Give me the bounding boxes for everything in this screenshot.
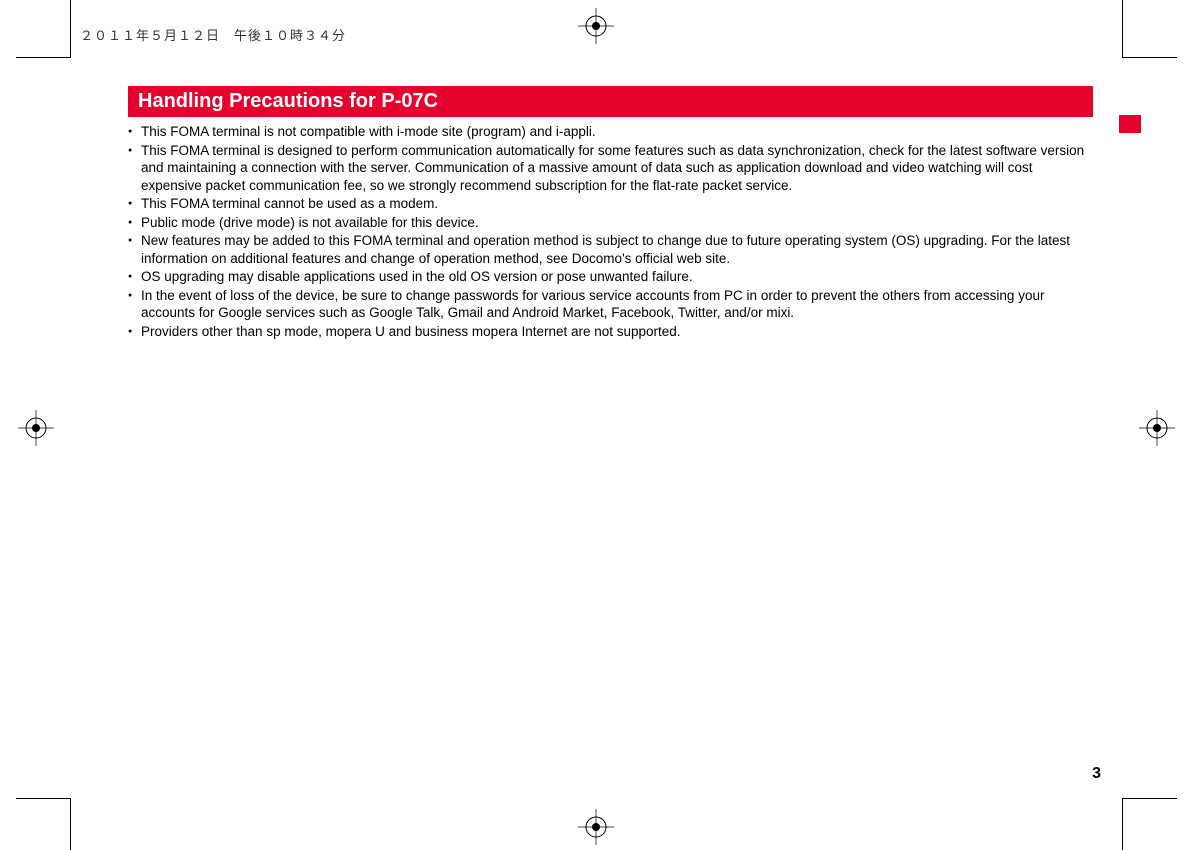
- list-item: This FOMA terminal is designed to perfor…: [128, 142, 1093, 195]
- list-item: Public mode (drive mode) is not availabl…: [128, 214, 1093, 232]
- page-content: Handling Precautions for P-07C This FOMA…: [128, 86, 1093, 342]
- section-tab: [1119, 115, 1141, 133]
- registration-mark-icon: [578, 809, 614, 845]
- list-item: Providers other than sp mode, mopera U a…: [128, 323, 1093, 341]
- page-number: 3: [1092, 765, 1101, 783]
- list-item: This FOMA terminal is not compatible wit…: [128, 123, 1093, 141]
- crop-mark: [16, 57, 71, 58]
- registration-mark-icon: [1139, 410, 1175, 446]
- list-item: New features may be added to this FOMA t…: [128, 232, 1093, 267]
- list-item: This FOMA terminal cannot be used as a m…: [128, 195, 1093, 213]
- list-item: OS upgrading may disable applications us…: [128, 268, 1093, 286]
- precautions-list: This FOMA terminal is not compatible wit…: [128, 123, 1093, 341]
- crop-mark: [1122, 798, 1177, 799]
- crop-mark: [1122, 57, 1177, 58]
- crop-mark: [1122, 798, 1123, 850]
- timestamp: ２０１１年５月１２日 午後１０時３４分: [80, 25, 346, 44]
- crop-mark: [70, 0, 71, 57]
- crop-mark: [70, 798, 71, 850]
- registration-mark-icon: [18, 410, 54, 446]
- crop-mark: [1122, 0, 1123, 57]
- crop-mark: [16, 798, 71, 799]
- section-heading: Handling Precautions for P-07C: [128, 86, 1093, 117]
- registration-mark-icon: [578, 8, 614, 44]
- list-item: In the event of loss of the device, be s…: [128, 287, 1093, 322]
